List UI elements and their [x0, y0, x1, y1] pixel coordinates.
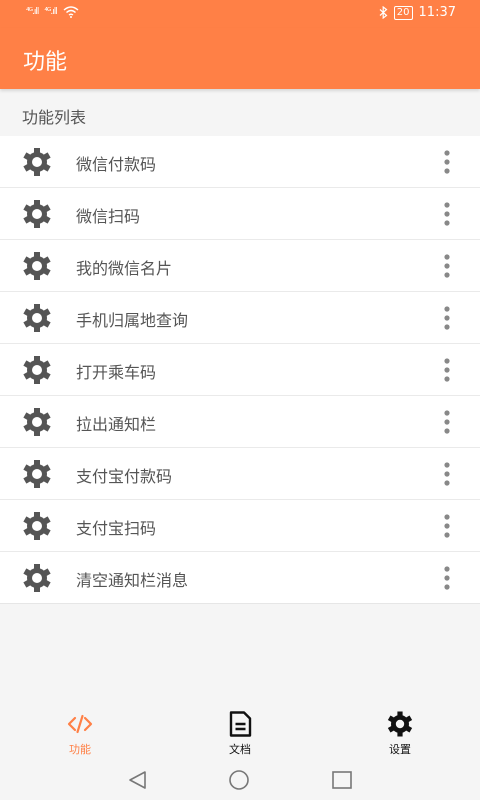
- page-title: 功能: [23, 50, 68, 75]
- list-item[interactable]: 我的微信名片: [0, 240, 480, 292]
- more-options-icon[interactable]: [441, 410, 453, 434]
- system-nav-bar: [0, 760, 480, 800]
- tab-label: 文档: [229, 743, 251, 756]
- tab-documents[interactable]: 文档: [200, 711, 280, 757]
- tab-label: 设置: [389, 743, 411, 756]
- more-options-icon[interactable]: [441, 202, 453, 226]
- list-item-label: 微信扫码: [76, 207, 141, 226]
- bottom-nav: 功能 文档 设置: [0, 703, 480, 760]
- list-item[interactable]: 拉出通知栏: [0, 396, 480, 448]
- gear-icon: [23, 564, 51, 592]
- section-label: 功能列表: [22, 108, 87, 127]
- gear-icon: [23, 252, 51, 280]
- gear-icon: [23, 512, 51, 540]
- list-item[interactable]: 支付宝付款码: [0, 448, 480, 500]
- list-item-label: 打开乘车码: [76, 363, 157, 382]
- list-item[interactable]: 手机归属地查询: [0, 292, 480, 344]
- list-item-label: 支付宝扫码: [76, 519, 157, 538]
- cellular-signal-icon: ⁴ᴳ.ıll: [44, 7, 57, 17]
- app-bar: 功能: [0, 28, 480, 89]
- list-item-label: 我的微信名片: [76, 259, 173, 278]
- battery-level: 20: [393, 5, 413, 20]
- list-item[interactable]: 清空通知栏消息: [0, 552, 480, 604]
- more-options-icon[interactable]: [441, 254, 453, 278]
- list-item-label: 手机归属地查询: [76, 311, 189, 330]
- home-icon[interactable]: [228, 769, 250, 791]
- gear-icon: [23, 200, 51, 228]
- code-icon: [67, 714, 93, 734]
- more-options-icon[interactable]: [441, 462, 453, 486]
- list-item[interactable]: 支付宝扫码: [0, 500, 480, 552]
- wifi-icon: [63, 6, 79, 18]
- gear-icon: [23, 304, 51, 332]
- more-options-icon[interactable]: [441, 566, 453, 590]
- cellular-signal-icon: ⁴ᴳ.ıll: [26, 7, 39, 17]
- back-icon[interactable]: [127, 769, 149, 791]
- list-item[interactable]: 微信扫码: [0, 188, 480, 240]
- gear-icon: [23, 356, 51, 384]
- more-options-icon[interactable]: [441, 306, 453, 330]
- document-icon: [229, 711, 252, 737]
- bluetooth-icon: [379, 6, 388, 19]
- gear-icon: [387, 711, 413, 737]
- function-list: 微信付款码微信扫码我的微信名片 手机归属地查询 打开乘车码拉出通知栏支付宝付款码 支付…: [0, 136, 480, 604]
- gear-icon: [23, 148, 51, 176]
- more-options-icon[interactable]: [441, 514, 453, 538]
- recents-icon[interactable]: [331, 769, 353, 791]
- list-item[interactable]: 打开乘车码: [0, 344, 480, 396]
- list-item-label: 清空通知栏消息: [76, 571, 189, 590]
- tab-functions[interactable]: 功能: [40, 711, 120, 757]
- list-item[interactable]: 微信付款码: [0, 136, 480, 188]
- list-item-label: 支付宝付款码: [76, 467, 173, 486]
- gear-icon: [23, 408, 51, 436]
- clock: 11:37: [418, 5, 456, 20]
- more-options-icon[interactable]: [441, 358, 453, 382]
- list-item-label: 拉出通知栏: [76, 415, 157, 434]
- list-item-label: 微信付款码: [76, 155, 157, 174]
- tab-label: 功能: [69, 743, 91, 756]
- more-options-icon[interactable]: [441, 150, 453, 174]
- gear-icon: [23, 460, 51, 488]
- tab-settings[interactable]: 设置: [360, 711, 440, 757]
- status-bar: ⁴ᴳ.ıll ⁴ᴳ.ıll 20 11:37: [0, 0, 480, 28]
